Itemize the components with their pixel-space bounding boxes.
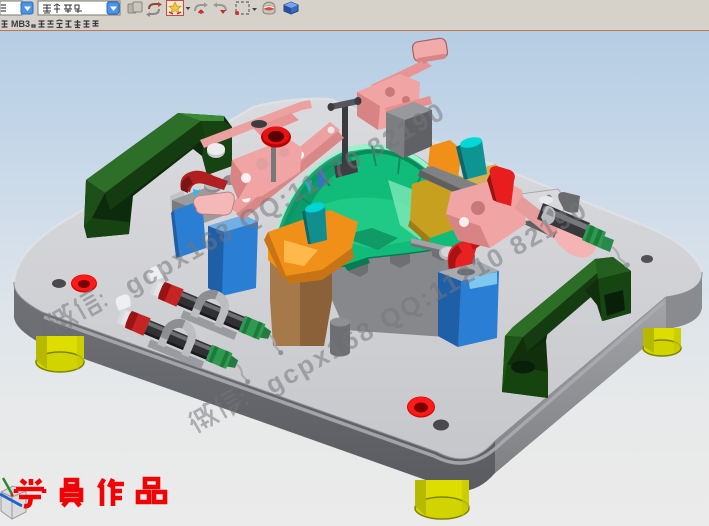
svg-text:MB3: MB3 bbox=[11, 19, 30, 29]
